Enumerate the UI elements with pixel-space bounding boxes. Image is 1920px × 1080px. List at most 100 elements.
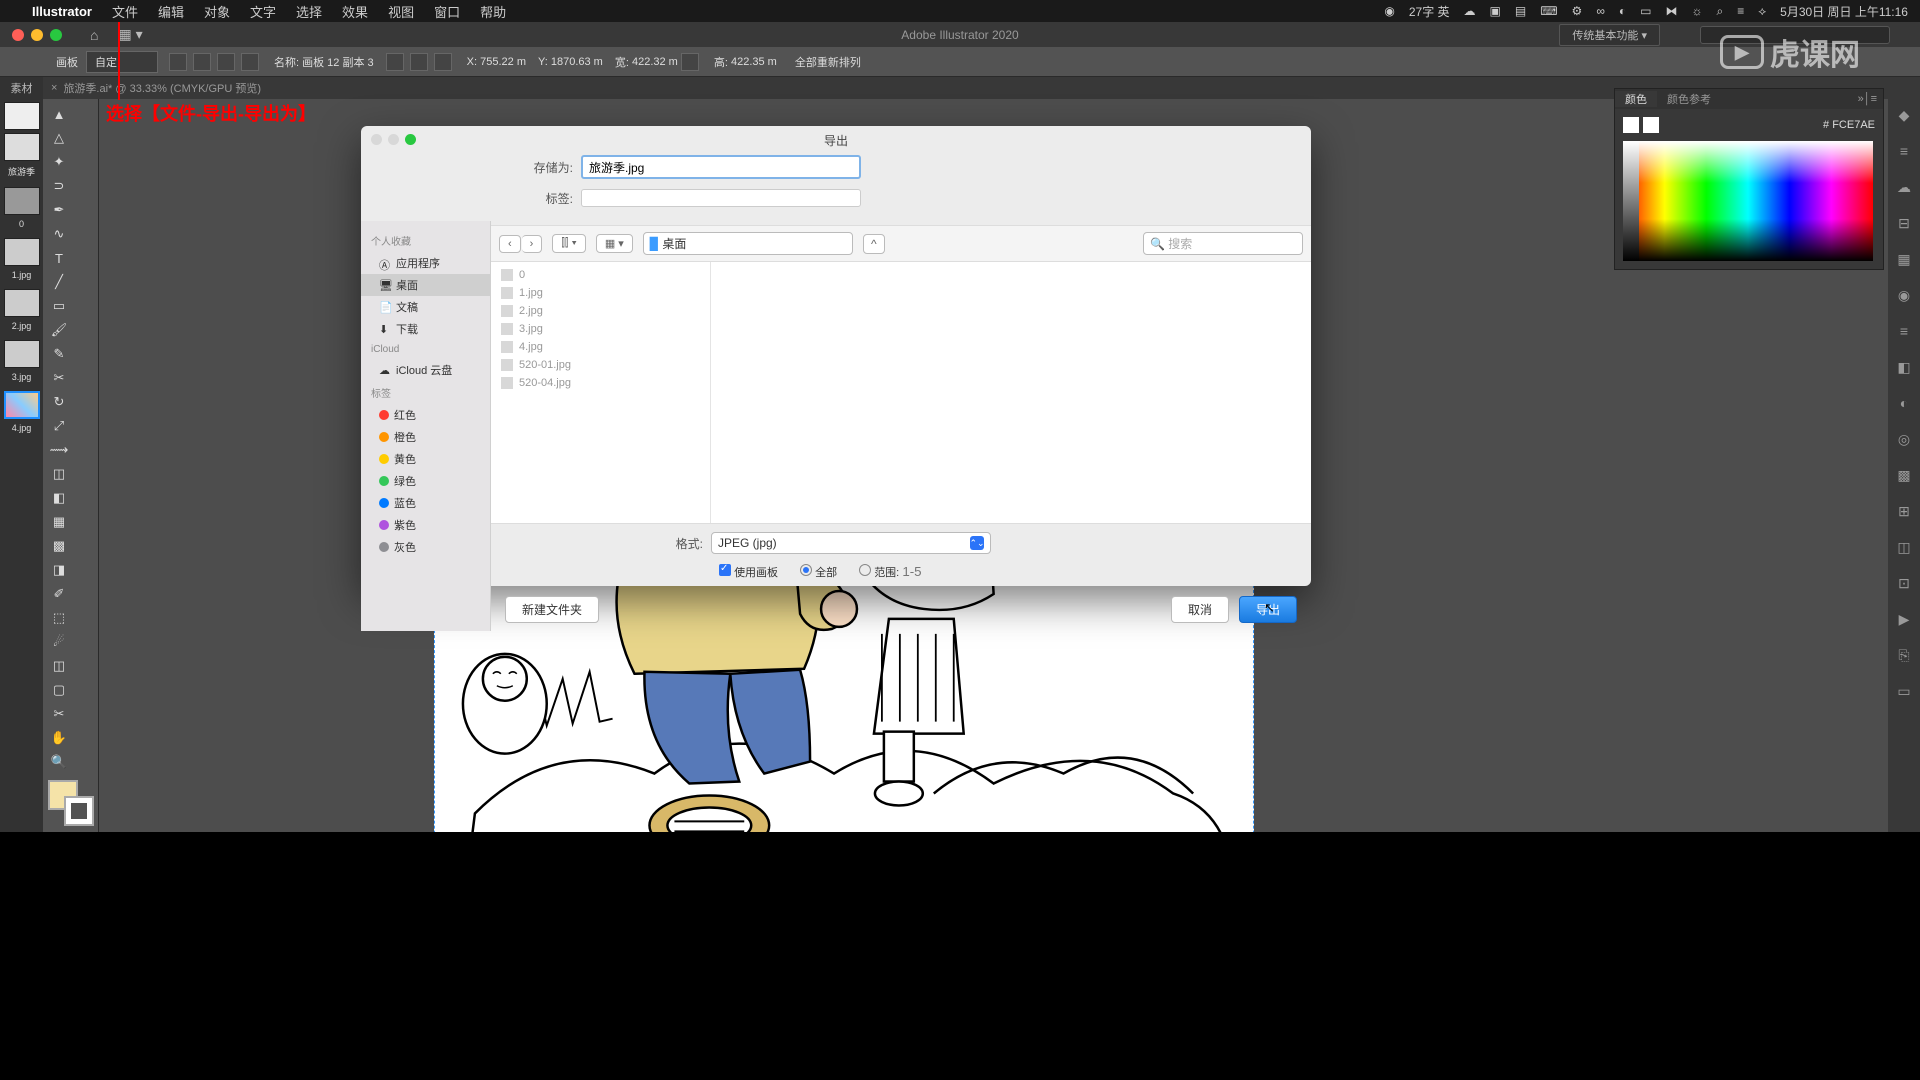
none-swatch[interactable] xyxy=(1623,117,1639,133)
properties-icon[interactable]: ◆ xyxy=(1894,105,1914,125)
input-method[interactable]: 27字 英 xyxy=(1409,3,1450,20)
ref-point-icon[interactable] xyxy=(410,53,428,71)
line-tool[interactable]: ╱ xyxy=(47,271,71,293)
transform-icon[interactable]: ⊡ xyxy=(1894,573,1914,593)
use-artboards-checkbox[interactable]: 使用画板 xyxy=(719,564,778,580)
app-name[interactable]: Illustrator xyxy=(32,4,92,19)
direct-selection-tool[interactable]: △ xyxy=(47,127,71,149)
path-dropdown-icon[interactable]: ⌃⌄ xyxy=(832,237,846,251)
sidebar-applications[interactable]: Ⓐ应用程序 xyxy=(361,252,490,274)
close-window-button[interactable] xyxy=(12,29,24,41)
sidebar-tag-green[interactable]: 绿色 xyxy=(361,470,490,492)
format-dropdown-icon[interactable]: ⌃⌄ xyxy=(970,536,984,550)
sidebar-tag-blue[interactable]: 蓝色 xyxy=(361,492,490,514)
path-selector[interactable]: ▉ 桌面 ⌃⌄ xyxy=(643,232,853,255)
maximize-window-button[interactable] xyxy=(50,29,62,41)
file-item[interactable]: 2.jpg xyxy=(491,302,710,320)
thumb-item[interactable] xyxy=(4,340,40,368)
layers-icon[interactable]: ≡ xyxy=(1894,141,1914,161)
tray-icon-5[interactable]: ∞ xyxy=(1596,4,1605,18)
menu-file[interactable]: 文件 xyxy=(112,2,138,21)
artboards-icon[interactable]: ▭ xyxy=(1894,681,1914,701)
wifi-icon[interactable]: ⟡ xyxy=(1758,4,1766,19)
file-item[interactable]: 3.jpg xyxy=(491,320,710,338)
brushes-icon[interactable]: ⊟ xyxy=(1894,213,1914,233)
menu-effect[interactable]: 效果 xyxy=(342,2,368,21)
range-radio[interactable]: 范围: xyxy=(859,564,942,580)
grid-icon[interactable] xyxy=(434,53,452,71)
file-item[interactable]: 0 xyxy=(491,266,710,284)
menu-select[interactable]: 选择 xyxy=(296,2,322,21)
new-folder-button[interactable]: 新建文件夹 xyxy=(505,596,599,623)
format-select[interactable]: JPEG (jpg) ⌃⌄ xyxy=(711,532,991,554)
sidebar-tag-orange[interactable]: 橙色 xyxy=(361,426,490,448)
width-tool[interactable]: ⟿ xyxy=(47,439,71,461)
sidebar-icloud-drive[interactable]: ☁iCloud 云盘 xyxy=(361,359,490,381)
record-icon[interactable]: ◉ xyxy=(1384,4,1394,18)
search-icon[interactable]: ⌕ xyxy=(1716,4,1723,19)
free-transform-tool[interactable]: ◫ xyxy=(47,463,71,485)
thumb-item[interactable] xyxy=(4,133,40,161)
dialog-close-button[interactable] xyxy=(371,134,382,145)
view-columns-button[interactable]: ⫿⫿ ▾ xyxy=(552,234,585,253)
collapse-button[interactable]: ^ xyxy=(863,234,885,254)
fill-stroke-swatch[interactable] xyxy=(48,780,94,826)
forward-button[interactable]: › xyxy=(522,235,543,253)
sidebar-tag-red[interactable]: 红色 xyxy=(361,404,490,426)
mesh-tool[interactable]: ▩ xyxy=(47,535,71,557)
slice-tool[interactable]: ✂ xyxy=(47,703,71,725)
file-list-area[interactable]: 0 1.jpg 2.jpg 3.jpg 4.jpg 520-01.jpg 520… xyxy=(491,262,1311,524)
orient-landscape-icon[interactable] xyxy=(193,53,211,71)
blend-tool[interactable]: ⬚ xyxy=(47,607,71,629)
menu-help[interactable]: 帮助 xyxy=(480,2,506,21)
tag-input[interactable] xyxy=(581,189,861,207)
sidebar-desktop[interactable]: 🖥桌面 xyxy=(361,274,490,296)
sidebar-tag-purple[interactable]: 紫色 xyxy=(361,514,490,536)
move-with-icon[interactable] xyxy=(386,53,404,71)
tray-icon-2[interactable]: ▤ xyxy=(1515,4,1526,18)
gradient-tool[interactable]: ◨ xyxy=(47,559,71,581)
control-center-icon[interactable]: ≡ xyxy=(1737,4,1744,18)
x-value[interactable]: 755.22 m xyxy=(480,56,526,68)
appearance-icon[interactable]: ◎ xyxy=(1894,429,1914,449)
graph-tool[interactable]: ◫ xyxy=(47,655,71,677)
color-spectrum[interactable] xyxy=(1623,141,1873,261)
menu-object[interactable]: 对象 xyxy=(204,2,230,21)
graphic-styles-icon[interactable]: ▩ xyxy=(1894,465,1914,485)
sidebar-tag-gray[interactable]: 灰色 xyxy=(361,536,490,558)
close-tab-icon[interactable]: × xyxy=(51,82,57,94)
eraser-tool[interactable]: ✂ xyxy=(47,367,71,389)
magic-wand-tool[interactable]: ✦ xyxy=(47,151,71,173)
thumb-item[interactable] xyxy=(4,289,40,317)
transparency-icon[interactable]: ◐ xyxy=(1894,393,1914,413)
wechat-icon[interactable]: ☁ xyxy=(1464,4,1476,18)
sidebar-documents[interactable]: 📄文稿 xyxy=(361,296,490,318)
stroke-icon[interactable]: ≡ xyxy=(1894,321,1914,341)
panel-menu-icon[interactable]: »│≡ xyxy=(1858,93,1883,105)
tray-icon-6[interactable]: ◐ xyxy=(1619,4,1626,18)
pen-tool[interactable]: ✒ xyxy=(47,199,71,221)
selection-tool[interactable]: ▲ xyxy=(47,103,71,125)
file-item[interactable]: 4.jpg xyxy=(491,338,710,356)
tray-icon-4[interactable]: ⚙ xyxy=(1572,4,1583,18)
name-value[interactable]: 画板 12 副本 3 xyxy=(302,54,374,70)
artboard-tool[interactable]: ▢ xyxy=(47,679,71,701)
libraries-icon[interactable]: ☁ xyxy=(1894,177,1914,197)
preset-select[interactable]: 自定 xyxy=(86,51,158,73)
bluetooth-icon[interactable]: ⧓ xyxy=(1665,4,1677,18)
stroke-swatch[interactable] xyxy=(64,796,94,826)
color-tab[interactable]: 颜色 xyxy=(1615,91,1657,107)
white-swatch[interactable] xyxy=(1643,117,1659,133)
file-item[interactable]: 520-04.jpg xyxy=(491,374,710,392)
menu-edit[interactable]: 编辑 xyxy=(158,2,184,21)
thumb-item[interactable] xyxy=(4,238,40,266)
cancel-button[interactable]: 取消 xyxy=(1171,596,1229,623)
minimize-window-button[interactable] xyxy=(31,29,43,41)
artboard-opt-icon[interactable] xyxy=(217,53,235,71)
all-radio[interactable]: 全部 xyxy=(800,564,837,580)
shaper-tool[interactable]: ✎ xyxy=(47,343,71,365)
eyedropper-tool[interactable]: ✐ xyxy=(47,583,71,605)
range-input[interactable] xyxy=(902,564,942,579)
lasso-tool[interactable]: ⊃ xyxy=(47,175,71,197)
color-guide-tab[interactable]: 颜色参考 xyxy=(1657,91,1721,107)
